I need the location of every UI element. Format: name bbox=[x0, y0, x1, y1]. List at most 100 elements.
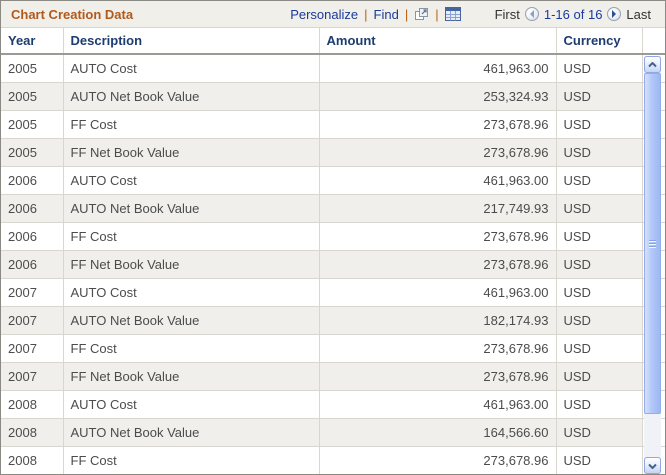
cell-amount: 253,324.93 bbox=[319, 82, 557, 111]
cell-currency: USD bbox=[556, 390, 643, 419]
view-all-popup-icon[interactable] bbox=[414, 7, 429, 21]
table-header-row: Year Description Amount Currency bbox=[1, 28, 665, 55]
cell-currency: USD bbox=[556, 362, 643, 391]
scrollbar-grip bbox=[649, 239, 656, 248]
cell-year: 2005 bbox=[1, 82, 64, 111]
cell-amount: 461,963.00 bbox=[319, 166, 557, 195]
cell-description: AUTO Cost bbox=[63, 390, 320, 419]
cell-year: 2008 bbox=[1, 446, 64, 474]
cell-description: FF Cost bbox=[63, 446, 320, 474]
cell-currency: USD bbox=[556, 222, 643, 251]
cell-currency: USD bbox=[556, 446, 643, 474]
column-header-amount[interactable]: Amount bbox=[319, 28, 557, 55]
cell-year: 2006 bbox=[1, 222, 64, 251]
cell-year: 2008 bbox=[1, 390, 64, 419]
vertical-scrollbar[interactable] bbox=[644, 56, 661, 474]
grid-toolbar: Personalize | Find | | bbox=[290, 6, 461, 22]
first-page-link[interactable]: First bbox=[495, 7, 520, 22]
table-row: 2006 FF Cost 273,678.96 USD bbox=[1, 222, 665, 251]
column-header-year[interactable]: Year bbox=[1, 28, 64, 55]
table-row: 2007 FF Net Book Value 273,678.96 USD bbox=[1, 362, 665, 391]
chevron-down-icon bbox=[648, 463, 657, 469]
cell-description: FF Cost bbox=[63, 334, 320, 363]
cell-amount: 273,678.96 bbox=[319, 222, 557, 251]
table-row: 2005 FF Net Book Value 273,678.96 USD bbox=[1, 138, 665, 167]
cell-description: FF Net Book Value bbox=[63, 362, 320, 391]
table-row: 2006 AUTO Cost 461,963.00 USD bbox=[1, 166, 665, 195]
cell-amount: 273,678.96 bbox=[319, 446, 557, 474]
cell-amount: 273,678.96 bbox=[319, 110, 557, 139]
cell-description: FF Cost bbox=[63, 110, 320, 139]
cell-description: AUTO Cost bbox=[63, 54, 320, 83]
cell-year: 2006 bbox=[1, 250, 64, 279]
cell-description: AUTO Net Book Value bbox=[63, 194, 320, 223]
cell-description: FF Net Book Value bbox=[63, 250, 320, 279]
cell-year: 2007 bbox=[1, 334, 64, 363]
scroll-down-button[interactable] bbox=[644, 457, 661, 474]
personalize-link[interactable]: Personalize bbox=[290, 7, 358, 22]
cell-description: FF Net Book Value bbox=[63, 138, 320, 167]
cell-description: AUTO Net Book Value bbox=[63, 306, 320, 335]
cell-amount: 273,678.96 bbox=[319, 138, 557, 167]
table-row: 2008 AUTO Cost 461,963.00 USD bbox=[1, 390, 665, 419]
last-page-link[interactable]: Last bbox=[626, 7, 651, 22]
table-row: 2008 AUTO Net Book Value 164,566.60 USD bbox=[1, 418, 665, 447]
grid-pager: First 1-16 of 16 Last bbox=[495, 7, 651, 22]
cell-amount: 461,963.00 bbox=[319, 54, 557, 83]
table-body: 2005 AUTO Cost 461,963.00 USD 2005 AUTO Net B… bbox=[1, 54, 665, 474]
chart-creation-data-grid: Chart Creation Data Personalize | Find |… bbox=[0, 0, 666, 475]
scrollbar-track[interactable] bbox=[644, 414, 661, 457]
cell-year: 2007 bbox=[1, 278, 64, 307]
scroll-up-button[interactable] bbox=[644, 56, 661, 73]
cell-currency: USD bbox=[556, 110, 643, 139]
separator: | bbox=[404, 6, 409, 22]
cell-amount: 273,678.96 bbox=[319, 362, 557, 391]
download-spreadsheet-icon[interactable] bbox=[444, 7, 461, 21]
cell-amount: 461,963.00 bbox=[319, 278, 557, 307]
cell-year: 2006 bbox=[1, 166, 64, 195]
find-link[interactable]: Find bbox=[374, 7, 399, 22]
cell-description: AUTO Net Book Value bbox=[63, 82, 320, 111]
grid-title-bar: Chart Creation Data Personalize | Find |… bbox=[1, 1, 665, 28]
page-title: Chart Creation Data bbox=[11, 6, 134, 22]
cell-year: 2005 bbox=[1, 54, 64, 83]
table-row: 2006 FF Net Book Value 273,678.96 USD bbox=[1, 250, 665, 279]
cell-amount: 217,749.93 bbox=[319, 194, 557, 223]
cell-currency: USD bbox=[556, 278, 643, 307]
cell-description: FF Cost bbox=[63, 222, 320, 251]
table-row: 2007 AUTO Cost 461,963.00 USD bbox=[1, 278, 665, 307]
separator: | bbox=[364, 6, 368, 22]
table-row: 2007 FF Cost 273,678.96 USD bbox=[1, 334, 665, 363]
cell-amount: 164,566.60 bbox=[319, 418, 557, 447]
cell-year: 2005 bbox=[1, 138, 64, 167]
cell-year: 2007 bbox=[1, 306, 64, 335]
scrollbar-thumb[interactable] bbox=[644, 73, 661, 414]
next-arrow-icon[interactable] bbox=[607, 7, 622, 21]
cell-description: AUTO Net Book Value bbox=[63, 418, 320, 447]
column-header-currency[interactable]: Currency bbox=[556, 28, 643, 55]
cell-year: 2005 bbox=[1, 110, 64, 139]
cell-currency: USD bbox=[556, 54, 643, 83]
table-row: 2005 AUTO Net Book Value 253,324.93 USD bbox=[1, 82, 665, 111]
table-row: 2006 AUTO Net Book Value 217,749.93 USD bbox=[1, 194, 665, 223]
table-row: 2005 AUTO Cost 461,963.00 USD bbox=[1, 54, 665, 83]
cell-currency: USD bbox=[556, 334, 643, 363]
cell-currency: USD bbox=[556, 82, 643, 111]
cell-amount: 273,678.96 bbox=[319, 334, 557, 363]
cell-year: 2007 bbox=[1, 362, 64, 391]
previous-arrow-icon[interactable] bbox=[524, 7, 539, 21]
cell-currency: USD bbox=[556, 194, 643, 223]
cell-description: AUTO Cost bbox=[63, 166, 320, 195]
cell-currency: USD bbox=[556, 418, 643, 447]
cell-description: AUTO Cost bbox=[63, 278, 320, 307]
cell-currency: USD bbox=[556, 138, 643, 167]
cell-year: 2006 bbox=[1, 194, 64, 223]
table-row: 2008 FF Cost 273,678.96 USD bbox=[1, 446, 665, 474]
cell-currency: USD bbox=[556, 250, 643, 279]
column-header-description[interactable]: Description bbox=[63, 28, 320, 55]
chevron-up-icon bbox=[648, 61, 657, 67]
data-table: Year Description Amount Currency 2005 AUT… bbox=[1, 28, 665, 474]
cell-amount: 461,963.00 bbox=[319, 390, 557, 419]
cell-amount: 182,174.93 bbox=[319, 306, 557, 335]
cell-amount: 273,678.96 bbox=[319, 250, 557, 279]
